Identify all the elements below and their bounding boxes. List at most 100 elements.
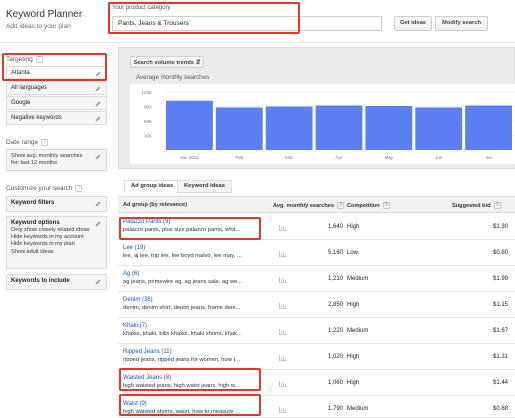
keyword-options-row[interactable]: Keyword options Only show closely relate… — [6, 216, 107, 269]
keywords-to-include-row[interactable]: Keywords to include — [6, 274, 107, 290]
help-icon[interactable]: ? — [41, 139, 49, 146]
competition-level: Medium — [347, 328, 369, 334]
chart-bar[interactable] — [315, 105, 363, 150]
ad-group-keywords: ag jeans, primewire ag, ag jeans sale, a… — [123, 279, 243, 285]
help-icon[interactable]: ? — [382, 202, 390, 209]
col-competition[interactable]: Competition? — [347, 202, 390, 209]
product-category-input[interactable]: Pants, Jeans & Trousers — [112, 16, 382, 31]
modify-search-button[interactable]: Modify search — [435, 16, 488, 31]
targeting-item-languages[interactable]: All languages — [6, 81, 107, 95]
category-label: Your product category — [112, 5, 171, 11]
ad-group-keywords: high waisted jeans, high waist jeans, hi… — [123, 383, 240, 389]
ad-group-keywords: lee, aj lee, trip lee, lee boyd malvo, l… — [123, 253, 242, 259]
table-row[interactable]: Khaki (7) khakis, khaki, bills khakis, kh… — [118, 318, 515, 344]
chart-bar[interactable] — [166, 100, 213, 150]
x-tick-label: Jun — [435, 155, 443, 160]
table-row[interactable]: Waist (9) high waisted shorts, waist, how… — [118, 396, 515, 418]
pencil-icon[interactable] — [95, 221, 101, 227]
ad-group-keywords: denim, denim shirt, denim jeans, frame d… — [123, 305, 241, 311]
pencil-icon[interactable] — [95, 116, 101, 122]
ad-group-name-link[interactable]: Waist (9) — [123, 401, 147, 407]
ad-group-name-link[interactable]: Lee (19) — [123, 245, 145, 251]
ad-group-keywords: ripped jeans, ripped jeans for women, ho… — [123, 357, 240, 363]
tab-ad-group-ideas[interactable]: Ad group ideas — [124, 180, 181, 193]
tab-keyword-ideas[interactable]: Keyword ideas — [177, 180, 232, 193]
avg-monthly-searches: 2,850 — [327, 302, 343, 308]
chart-bar[interactable] — [365, 106, 413, 150]
help-icon[interactable]: ? — [75, 185, 83, 192]
competition-level: Low — [347, 250, 359, 256]
targeting-item-network[interactable]: Google — [6, 96, 107, 110]
col-suggested-bid[interactable]: Suggested bid? — [452, 202, 501, 209]
avg-monthly-searches: 1,640 — [327, 224, 343, 230]
avg-monthly-searches: 1,020 — [327, 354, 343, 360]
competition-level: Medium — [347, 406, 369, 412]
keyword-filters-row[interactable]: Keyword filters — [6, 196, 107, 212]
pencil-icon[interactable] — [95, 201, 101, 207]
chart-bar[interactable] — [415, 107, 463, 150]
pencil-icon[interactable] — [95, 71, 101, 77]
avg-monthly-searches: 5,160 — [327, 250, 343, 256]
help-icon[interactable]: ? — [493, 202, 501, 209]
avg-monthly-searches: 1,060 — [327, 380, 343, 386]
targeting-item-negative-keywords[interactable]: Negative keywords — [6, 111, 107, 125]
get-ideas-button[interactable]: Get ideas — [394, 16, 432, 31]
suggested-bid: $1.15 — [492, 302, 508, 308]
pencil-icon[interactable] — [95, 101, 101, 107]
x-tick-label: Feb — [235, 155, 243, 160]
table-row[interactable]: Waisted Jeans (8) high waisted jeans, hig… — [118, 370, 515, 396]
pencil-icon[interactable] — [95, 154, 101, 160]
y-tick-label: 60K — [144, 119, 152, 124]
help-icon[interactable]: ? — [35, 56, 43, 63]
ad-group-name-link[interactable]: Ripped Jeans (11) — [123, 349, 172, 355]
ad-group-name-link[interactable]: Palazzo Pants (9) — [123, 219, 170, 225]
ad-group-name-link[interactable]: Ag (6) — [123, 271, 139, 277]
trend-chart-icon[interactable] — [279, 329, 287, 335]
table-row[interactable]: Palazzo Pants (9) palazzo pants, plus siz… — [118, 214, 515, 240]
date-range-label: Date range? — [6, 139, 49, 146]
chart-bar[interactable] — [265, 106, 313, 151]
pencil-icon[interactable] — [95, 279, 101, 285]
y-tick-label: 90K — [144, 105, 152, 110]
x-tick-label: Jul — [486, 155, 492, 160]
table-row[interactable]: Denim (36) denim, denim shirt, denim jean… — [118, 292, 515, 318]
ad-group-keywords: khakis, khaki, bills khakis, khaki short… — [123, 331, 242, 337]
y-tick-label: 30K — [144, 134, 152, 139]
competition-level: Medium — [347, 276, 369, 282]
pencil-icon[interactable] — [95, 86, 101, 92]
date-range-selector[interactable]: Show avg. monthly searches for: last 12 … — [6, 149, 107, 171]
ad-group-keywords: palazzo pants, plus size palazzo pants, … — [123, 227, 241, 233]
chart-bar[interactable] — [215, 107, 263, 150]
chart-title: Average monthly searches — [136, 74, 210, 81]
competition-level: High — [347, 354, 360, 360]
competition-level: High — [347, 224, 360, 230]
col-ad-group[interactable]: Ad group (by relevance) — [123, 202, 187, 208]
trend-chart-icon[interactable] — [279, 381, 287, 387]
col-avg-monthly-searches[interactable]: Avg. monthly searches? — [273, 202, 345, 209]
trend-chart-icon[interactable] — [279, 251, 287, 257]
suggested-bid: $0.80 — [492, 250, 508, 256]
x-tick-label: Mar — [285, 155, 293, 160]
ad-group-name-link[interactable]: Waisted Jeans (8) — [123, 375, 171, 381]
table-header: Ad group (by relevance) Avg. monthly sea… — [118, 196, 515, 213]
chart-bar[interactable] — [465, 105, 512, 150]
table-row[interactable]: Ripped Jeans (11) ripped jeans, ripped je… — [118, 344, 515, 370]
table-row[interactable]: Lee (19) lee, aj lee, trip lee, lee boyd … — [118, 240, 515, 266]
trend-chart-icon[interactable] — [279, 355, 287, 361]
app-subtitle: Add ideas to your plan — [6, 23, 71, 30]
trend-chart-icon[interactable] — [279, 225, 287, 231]
trend-chart-icon[interactable] — [279, 303, 287, 309]
trend-chart-icon[interactable] — [279, 407, 287, 413]
customize-search-label: Customize your search? — [6, 185, 83, 192]
ad-group-name-link[interactable]: Khaki (7) — [123, 323, 147, 329]
trend-chart-icon[interactable] — [279, 277, 287, 283]
search-volume-trends-dropdown[interactable]: Search volume trends ⇵ — [130, 56, 204, 68]
table-row[interactable]: Ag (6) ag jeans, primewire ag, ag jeans s… — [118, 266, 515, 292]
competition-level: High — [347, 302, 360, 308]
targeting-item-location[interactable]: Atlanta — [6, 66, 107, 79]
x-tick-label: May — [385, 155, 394, 160]
help-icon[interactable]: ? — [337, 202, 345, 209]
avg-monthly-searches: 1,210 — [327, 276, 343, 282]
ad-group-name-link[interactable]: Denim (36) — [123, 297, 153, 303]
suggested-bid: $1.99 — [492, 276, 508, 282]
